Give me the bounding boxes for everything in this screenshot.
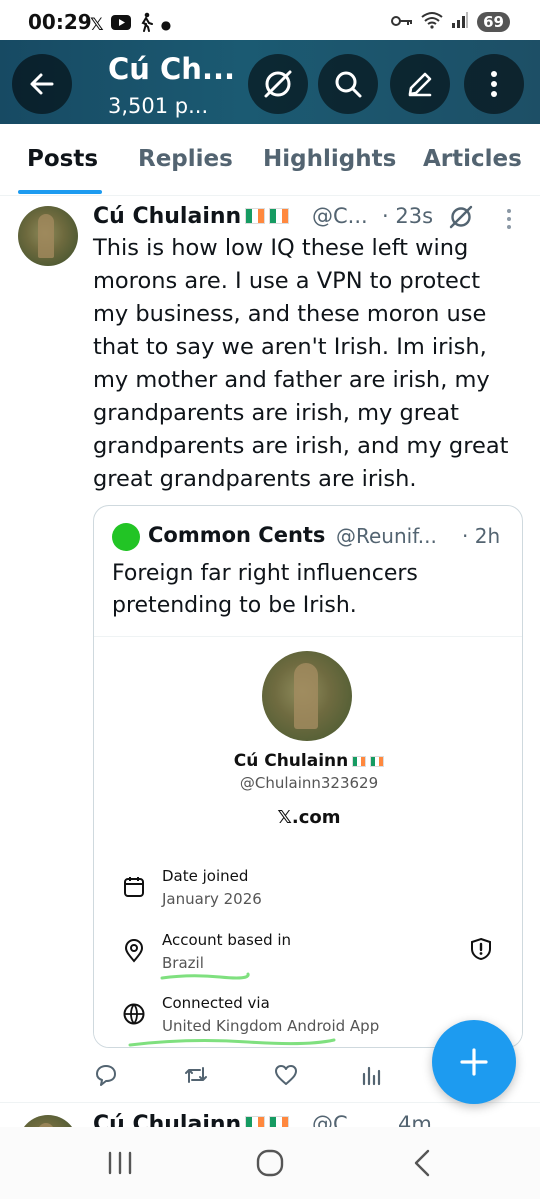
highlighter-underline [160, 972, 250, 980]
info-label-connected-via: Connected via [162, 994, 270, 1012]
system-navigation-bar [0, 1127, 540, 1199]
key-icon [391, 13, 413, 32]
profile-header: Cú Ch... 3,501 p... [0, 40, 540, 124]
ireland-flag-icon [269, 208, 290, 224]
recent-apps-icon[interactable] [100, 1147, 140, 1179]
header-post-count: 3,501 p... [108, 94, 209, 118]
home-icon[interactable] [250, 1147, 290, 1179]
image-site-label: 𝕏.com [277, 807, 341, 828]
search-icon [335, 71, 362, 98]
reply-icon[interactable] [93, 1062, 119, 1088]
quoted-timestamp: · 2h [462, 524, 501, 548]
wifi-icon [421, 11, 443, 33]
plus-icon [460, 1048, 488, 1076]
highlighter-underline [128, 1038, 336, 1047]
repost-icon[interactable] [183, 1062, 209, 1088]
more-vertical-icon[interactable] [504, 208, 514, 232]
status-bar: 00:29 𝕏 ● 69 [0, 0, 540, 44]
quoted-author-handle: @Reunif... [336, 524, 437, 548]
post-author-handle[interactable]: @C... [312, 204, 368, 228]
post-timestamp: 4m [398, 1112, 432, 1127]
grok-button[interactable] [248, 54, 308, 114]
avatar[interactable] [18, 1115, 78, 1127]
header-title: Cú Ch... [108, 52, 236, 86]
compose-post-button[interactable] [432, 1020, 516, 1104]
shield-alert-icon [471, 937, 491, 961]
profile-tabs: Posts Replies Highlights Articles [0, 124, 540, 196]
next-post[interactable]: Cú Chulainn @C... 4m [0, 1103, 540, 1127]
more-options-button[interactable] [464, 54, 524, 114]
post-author-name: Cú Chulainn [93, 1112, 290, 1127]
image-profile-handle: @Chulainn323629 [239, 774, 379, 792]
quoted-author-name: Common Cents [148, 523, 326, 547]
views-chart-icon[interactable] [359, 1062, 385, 1088]
info-label-account-based: Account based in [162, 931, 292, 949]
quoted-text: Foreign far right influencers pretending… [112, 561, 418, 618]
more-vertical-icon [491, 71, 497, 97]
tab-posts[interactable]: Posts [27, 146, 98, 172]
info-value-date-joined: January 2026 [162, 890, 262, 908]
signal-icon [451, 12, 469, 32]
avatar [112, 523, 140, 551]
tab-highlights[interactable]: Highlights [263, 146, 396, 172]
status-time: 00:29 [28, 10, 92, 34]
location-pin-icon [124, 939, 144, 963]
like-heart-icon[interactable] [273, 1062, 299, 1088]
tab-articles[interactable]: Articles [423, 146, 522, 172]
system-icons: 69 [391, 11, 510, 33]
image-profile-name: Cú Chulainn [94, 751, 522, 771]
youtube-icon [110, 14, 131, 35]
pencil-icon [408, 72, 432, 97]
x-logo-icon: 𝕏 [90, 14, 104, 35]
back-button[interactable] [12, 54, 72, 114]
arrow-left-icon [30, 73, 54, 95]
tab-replies[interactable]: Replies [138, 146, 233, 172]
dot-icon: ● [160, 17, 172, 32]
search-button[interactable] [318, 54, 378, 114]
globe-icon [123, 1003, 145, 1025]
quoted-post[interactable]: Common Cents @Reunif... · 2h Foreign far… [93, 505, 523, 1048]
walking-icon [138, 12, 154, 37]
back-nav-icon[interactable] [402, 1147, 442, 1179]
ireland-flag-icon [352, 756, 367, 767]
ireland-flag-icon [370, 756, 385, 767]
edit-button[interactable] [390, 54, 450, 114]
notification-icons: 𝕏 ● [90, 12, 171, 37]
info-label-date-joined: Date joined [162, 867, 249, 885]
quoted-image[interactable]: Cú Chulainn @Chulainn323629 𝕏.com Date j… [94, 636, 522, 1047]
battery-indicator: 69 [477, 12, 510, 32]
post-timestamp: · 23s [382, 204, 434, 228]
avatar [262, 651, 352, 741]
post-author-name[interactable]: Cú Chulainn [93, 204, 290, 229]
ireland-flag-icon [269, 1116, 290, 1127]
ireland-flag-icon [245, 208, 266, 224]
calendar-icon [124, 877, 144, 897]
avatar[interactable] [18, 206, 78, 266]
active-tab-indicator [18, 190, 102, 194]
info-value-connected-via: United Kingdom Android App [162, 1017, 380, 1035]
post-author-handle: @C... [312, 1112, 368, 1127]
post-text: This is how low IQ these left wing moron… [93, 235, 509, 492]
grok-icon [264, 70, 292, 98]
grok-icon[interactable] [448, 204, 474, 230]
ireland-flag-icon [245, 1116, 266, 1127]
